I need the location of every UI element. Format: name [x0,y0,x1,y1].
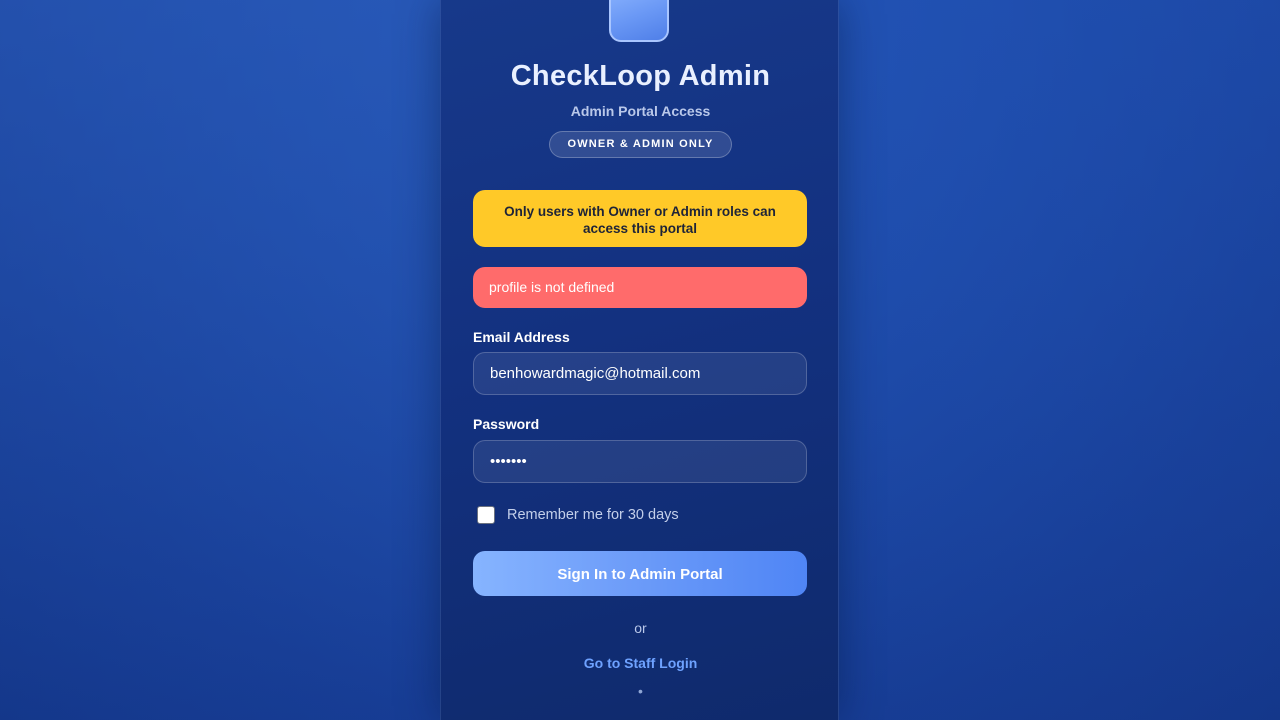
remember-me-row[interactable]: Remember me for 30 days [477,506,679,524]
background-left [0,0,440,720]
staff-login-link[interactable]: Go to Staff Login [441,655,840,671]
page-subtitle: Admin Portal Access [570,103,711,119]
login-card: CheckLoop Admin Admin Portal Access OWNE… [440,0,839,720]
or-divider-text: or [634,620,647,636]
background-right [839,0,1280,720]
password-label: Password [473,416,540,432]
email-label: Email Address [473,329,570,345]
remember-me-checkbox[interactable] [477,506,495,524]
error-alert: profile is not defined [473,267,807,308]
page-title: CheckLoop Admin [510,60,771,92]
password-field[interactable] [473,440,807,483]
app-logo-icon [609,0,669,42]
sign-in-button[interactable]: Sign In to Admin Portal [473,551,807,596]
role-badge: OWNER & ADMIN ONLY [549,131,732,158]
footer-dot: • [638,683,643,699]
email-field[interactable] [473,352,807,395]
role-warning-alert: Only users with Owner or Admin roles can… [473,190,807,247]
remember-me-label[interactable]: Remember me for 30 days [507,507,679,523]
